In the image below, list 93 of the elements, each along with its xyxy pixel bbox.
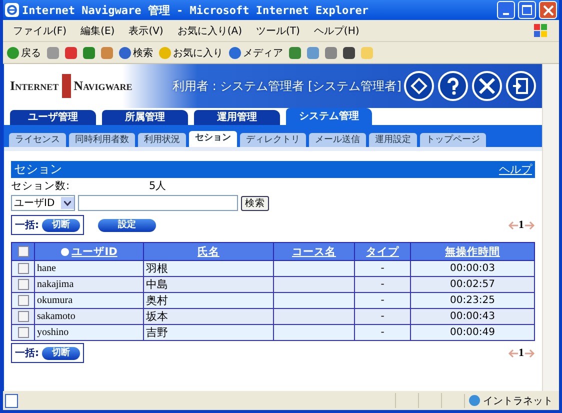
count-label: セション数: [11, 178, 71, 192]
column-header[interactable]: ユーザID [34, 242, 144, 260]
table-cell: - [354, 308, 410, 324]
main-tab[interactable]: ユーザ管理 [10, 110, 96, 125]
next-arrow-icon[interactable] [524, 348, 535, 358]
menu-item[interactable]: ファイル(F) [13, 24, 67, 38]
bulk-label: 一括: [15, 218, 39, 232]
table-cell: 吉野 [144, 324, 274, 340]
row-checkbox[interactable] [18, 295, 28, 306]
table-cell: 奥村 [144, 292, 274, 308]
sub-tab[interactable]: 運用設定 [369, 133, 417, 147]
zone-label: イントラネット [464, 394, 557, 408]
toolbar-button[interactable]: 検索 [119, 46, 153, 60]
user-label: 利用者 : システム管理者 [システム管理者] [172, 78, 402, 94]
toolbar-icon[interactable] [65, 46, 77, 58]
logo-text: Navigware [74, 78, 132, 94]
table-cell: 00:00:03 [410, 260, 534, 276]
toolbar-button[interactable]: メディア [229, 46, 283, 60]
close-button[interactable] [539, 1, 557, 19]
logo-figure-icon [62, 74, 71, 98]
menu-item[interactable]: ヘルプ(H) [314, 24, 360, 38]
column-header[interactable]: 氏名 [144, 242, 274, 260]
globe-icon [469, 395, 480, 406]
table-cell: sakamoto [34, 308, 144, 324]
search-input[interactable] [78, 195, 238, 211]
table-cell: 中島 [144, 276, 274, 292]
table-cell: 00:23:25 [410, 292, 534, 308]
menu-item[interactable]: 表示(V) [128, 24, 164, 38]
window-title: Internet Navigware 管理 - Microsoft Internet Explorer [22, 2, 370, 18]
close-icon [542, 4, 554, 16]
select-all-checkbox[interactable] [18, 246, 28, 258]
column-header[interactable]: コース名 [274, 242, 354, 260]
main-tab[interactable]: 運用管理 [194, 110, 280, 125]
scrollbar[interactable] [542, 64, 559, 391]
table-cell: 00:00:49 [410, 324, 534, 340]
logo-text: Internet [10, 78, 59, 94]
settings-button[interactable]: 設定 [98, 218, 156, 232]
table-cell: 坂本 [144, 308, 274, 324]
toolbar-icon[interactable] [83, 46, 95, 58]
browser-icon [5, 3, 19, 17]
section-title: セション [14, 161, 62, 178]
previous-arrow-icon[interactable] [508, 220, 518, 230]
help-link[interactable]: ヘルプ [499, 162, 532, 177]
menu-item[interactable]: ツール(T) [256, 24, 300, 38]
sub-tab[interactable]: セション [189, 131, 237, 147]
bulk-label: 一括: [15, 346, 39, 360]
sub-tab[interactable]: 利用状況 [138, 133, 186, 147]
toolbar-button[interactable]: 戻る [7, 46, 41, 60]
table-cell: hane [34, 260, 144, 276]
next-arrow-icon[interactable] [524, 220, 535, 230]
column-header[interactable]: 無操作時間 [410, 242, 534, 260]
sub-tab[interactable]: ディレクトリ [240, 133, 306, 147]
row-checkbox[interactable] [18, 279, 28, 290]
main-tab[interactable]: システム管理 [286, 108, 372, 125]
table-cell: - [354, 292, 410, 308]
minimize-button[interactable] [497, 1, 515, 19]
search-field-select[interactable]: ユーザID [11, 195, 75, 211]
column-header[interactable]: タイプ [354, 242, 410, 260]
table-cell: 00:00:43 [410, 308, 534, 324]
page-number[interactable]: 1 [518, 347, 524, 359]
row-checkbox[interactable] [18, 311, 28, 322]
menu-item[interactable]: 編集(E) [80, 24, 115, 38]
toolbar-icon[interactable] [289, 46, 301, 58]
sub-tab[interactable]: 同時利用者数 [69, 133, 135, 147]
table-cell: 羽根 [144, 260, 274, 276]
disconnect-button[interactable]: 切断 [42, 218, 80, 232]
disconnect-button[interactable]: 切断 [42, 346, 80, 360]
sort-icon[interactable] [60, 248, 69, 256]
sub-tab[interactable]: メール送信 [309, 133, 366, 147]
maximize-button[interactable] [518, 1, 536, 19]
menu-item[interactable]: お気に入り(A) [177, 24, 242, 38]
help-icon[interactable] [438, 71, 468, 101]
row-checkbox[interactable] [18, 263, 28, 274]
toolbar-icon[interactable] [343, 46, 355, 58]
table-cell: okumura [34, 292, 144, 308]
page-icon [5, 394, 18, 408]
windows-flag-icon [534, 24, 547, 37]
table-cell: nakajima [34, 276, 144, 292]
table-cell: - [354, 260, 410, 276]
sub-tab[interactable]: ライセンス [9, 133, 66, 147]
count-value: 5人 [149, 178, 167, 192]
previous-arrow-icon[interactable] [508, 348, 518, 358]
table-cell: yoshino [34, 324, 144, 340]
table-cell: 00:02:57 [410, 276, 534, 292]
search-button[interactable]: 検索 [241, 196, 269, 210]
table-cell: - [354, 324, 410, 340]
row-checkbox[interactable] [18, 327, 28, 338]
exit-door-icon[interactable] [506, 71, 536, 101]
toolbar-button[interactable]: お気に入り [159, 46, 223, 60]
sub-tab[interactable]: トップページ [420, 133, 486, 147]
page-number[interactable]: 1 [518, 219, 524, 231]
table-cell: - [354, 276, 410, 292]
main-tab[interactable]: 所属管理 [102, 110, 188, 125]
